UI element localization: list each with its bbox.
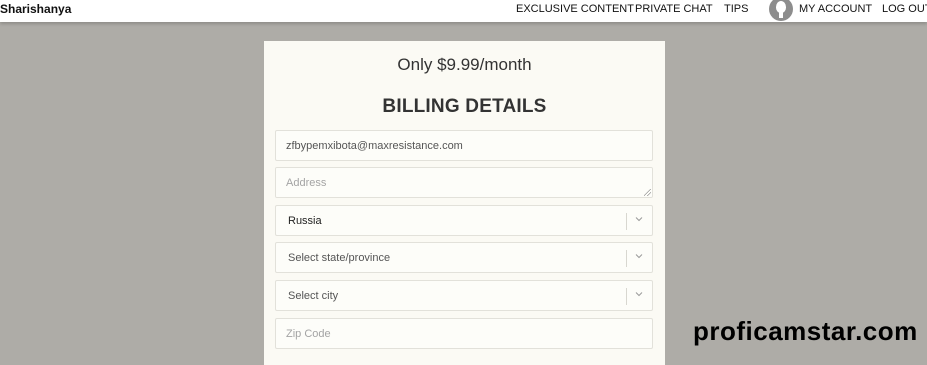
nav-private-chat[interactable]: PRIVATE CHAT bbox=[635, 3, 713, 15]
watermark-text: proficamstar.com bbox=[693, 316, 918, 346]
state-select-placeholder: Select state/province bbox=[288, 252, 391, 264]
nav-log-out[interactable]: LOG OUT bbox=[882, 3, 927, 15]
zip-code-field[interactable] bbox=[275, 318, 653, 349]
resize-grip-icon[interactable] bbox=[644, 189, 651, 196]
chevron-down-icon bbox=[635, 292, 643, 297]
user-silhouette-icon[interactable] bbox=[769, 0, 793, 21]
avatar-neck bbox=[779, 12, 783, 18]
chevron-down-icon bbox=[635, 254, 643, 259]
nav-exclusive-content[interactable]: EXCLUSIVE CONTENT bbox=[516, 3, 634, 15]
select-divider bbox=[626, 213, 627, 230]
country-select[interactable]: Russia bbox=[275, 205, 653, 236]
brand-name[interactable]: Sharishanya bbox=[0, 2, 71, 16]
state-select[interactable]: Select state/province bbox=[275, 242, 653, 273]
city-select[interactable]: Select city bbox=[275, 280, 653, 311]
nav-tips[interactable]: TIPS bbox=[724, 3, 748, 15]
price-label: Only $9.99/month bbox=[397, 55, 532, 74]
billing-details-heading: BILLING DETAILS bbox=[382, 96, 547, 117]
select-divider bbox=[626, 250, 627, 267]
city-select-placeholder: Select city bbox=[288, 290, 339, 302]
select-divider bbox=[626, 288, 627, 305]
email-field[interactable] bbox=[275, 130, 653, 161]
chevron-down-icon bbox=[635, 217, 643, 222]
country-select-value: Russia bbox=[288, 215, 322, 227]
address-wrapper bbox=[264, 167, 665, 199]
address-field[interactable] bbox=[275, 167, 653, 198]
top-navigation-bar: Sharishanya EXCLUSIVE CONTENT PRIVATE CH… bbox=[0, 0, 927, 22]
billing-panel: Only $9.99/month BILLING DETAILS Russia … bbox=[264, 41, 665, 365]
nav-my-account[interactable]: MY ACCOUNT bbox=[799, 3, 872, 15]
